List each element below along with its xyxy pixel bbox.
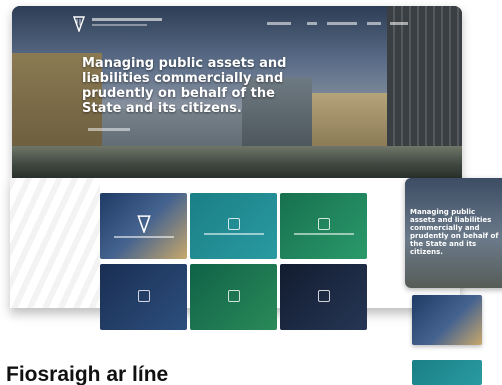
hero-headline: Managing public assets and liabilities c… bbox=[82, 56, 287, 116]
tile-label bbox=[203, 232, 264, 235]
building-custom-house bbox=[312, 93, 392, 148]
nav-item-1[interactable] bbox=[267, 22, 291, 25]
nav-item-2[interactable] bbox=[307, 22, 317, 25]
nav-item-4[interactable] bbox=[367, 22, 381, 25]
tile-claims[interactable] bbox=[280, 264, 367, 330]
leaf-icon bbox=[227, 289, 240, 302]
tile-strategic-fund[interactable] bbox=[280, 193, 367, 259]
mobile-screenshot: Managing public assets and liabilities c… bbox=[405, 178, 502, 288]
handshake-icon bbox=[227, 217, 240, 230]
document-icon bbox=[137, 289, 150, 302]
tile-label bbox=[113, 235, 174, 238]
desktop-screenshot: Managing public assets and liabilities c… bbox=[12, 6, 462, 178]
mobile-tile-investment[interactable] bbox=[412, 360, 482, 385]
mobile-tile-about[interactable] bbox=[412, 295, 482, 345]
services-tiles-panel bbox=[10, 178, 460, 330]
hero-link[interactable] bbox=[88, 128, 130, 131]
building-tower bbox=[387, 6, 462, 148]
chart-icon bbox=[317, 217, 330, 230]
nav-item-3[interactable] bbox=[327, 22, 357, 25]
harp-logo-icon bbox=[136, 214, 151, 233]
river-quay bbox=[12, 146, 462, 178]
nav-item-5[interactable] bbox=[390, 22, 408, 25]
brand-subtitle bbox=[92, 24, 147, 26]
harp-logo-icon[interactable] bbox=[72, 16, 86, 32]
tile-label bbox=[293, 232, 354, 235]
section-heading: Fiosraigh ar líne bbox=[6, 363, 169, 385]
mobile-headline: Managing public assets and liabilities c… bbox=[410, 208, 499, 256]
brand-name[interactable] bbox=[92, 18, 162, 21]
tile-debt[interactable] bbox=[100, 264, 187, 330]
tile-about[interactable] bbox=[100, 193, 187, 259]
decorative-stripes bbox=[10, 178, 100, 308]
tile-climate[interactable] bbox=[190, 264, 277, 330]
tile-investment[interactable] bbox=[190, 193, 277, 259]
scales-icon bbox=[317, 289, 330, 302]
